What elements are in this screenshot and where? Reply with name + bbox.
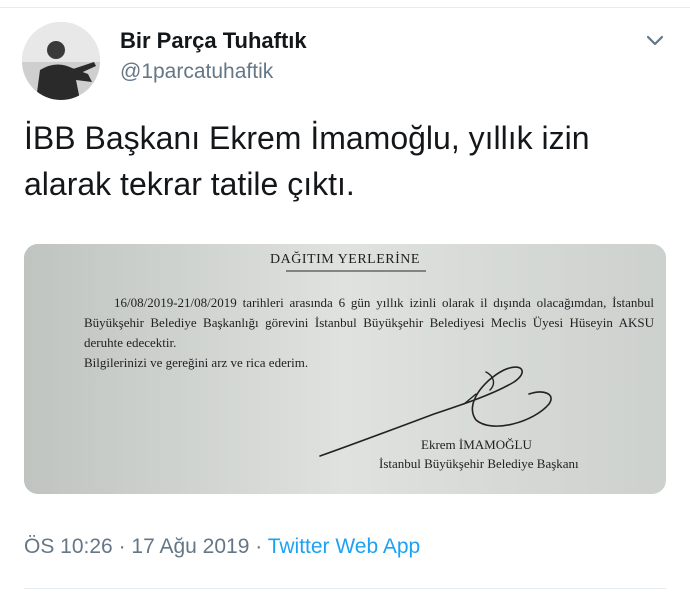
tweet-time[interactable]: ÖS 10:26 — [24, 535, 113, 558]
document-signer-title: İstanbul Büyükşehir Belediye Başkanı — [379, 456, 579, 471]
profile-photo-icon — [22, 22, 100, 100]
avatar[interactable] — [22, 22, 100, 100]
tweet-text: İBB Başkanı Ekrem İmamoğlu, yıllık izin … — [24, 120, 590, 202]
tweet-source-link[interactable]: Twitter Web App — [268, 535, 421, 558]
author-name[interactable]: Bir Parça Tuhaftık — [120, 28, 307, 54]
document-signer-name: Ekrem İMAMOĞLU — [421, 437, 532, 452]
meta-separator: · — [255, 535, 263, 558]
bottom-divider — [24, 588, 666, 589]
meta-separator: · — [118, 535, 126, 558]
chevron-down-icon[interactable] — [641, 29, 669, 53]
tweet-meta: ÖS 10:26 · 17 Ağu 2019 · Twitter Web App — [24, 535, 420, 559]
top-divider — [0, 0, 690, 8]
author-handle[interactable]: @1parcatuhaftik — [120, 60, 273, 84]
attached-document-photo[interactable]: DAĞITIM YERLERİNE 16/08/2019-21/08/2019 … — [24, 244, 666, 494]
tweet-date[interactable]: 17 Ağu 2019 — [131, 535, 249, 558]
